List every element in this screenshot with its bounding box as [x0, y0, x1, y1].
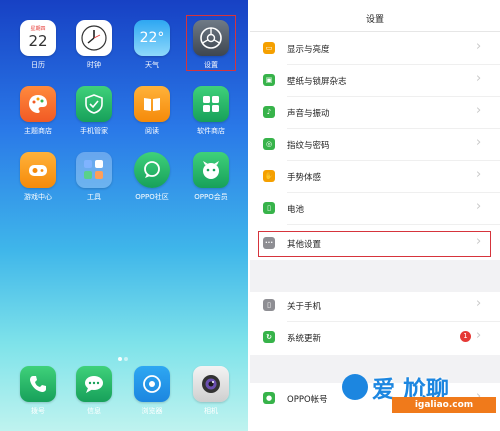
settings-highlight-box: [186, 15, 236, 71]
settings-item-gestures[interactable]: ✋ 手势体感 ›: [250, 161, 500, 193]
calendar-day: 22: [28, 32, 48, 50]
settings-item-about[interactable]: ▯ 关于手机 ›: [250, 290, 500, 322]
chat-bubble-icon: [134, 152, 170, 188]
settings-item-label: 显示与亮度: [287, 45, 330, 55]
app-software-store[interactable]: 软件商店: [185, 86, 237, 136]
display-icon: ▭: [263, 42, 275, 54]
settings-item-battery[interactable]: ▯ 电池 ›: [250, 193, 500, 225]
app-label: 工具: [87, 193, 101, 201]
clock-icon: [76, 20, 112, 56]
hand-icon: ✋: [263, 170, 275, 182]
app-oppo-community[interactable]: OPPO社区: [126, 152, 178, 202]
chevron-right-icon: ›: [476, 199, 482, 214]
phone-info-icon: ▯: [263, 299, 275, 311]
app-label: 软件商店: [197, 127, 225, 135]
chevron-right-icon: ›: [476, 71, 482, 86]
app-label: OPPO社区: [135, 193, 169, 201]
shield-icon: [76, 86, 112, 122]
app-camera[interactable]: 相机: [185, 366, 237, 416]
fingerprint-icon: ◎: [263, 138, 275, 150]
other-settings-highlight-box: [258, 231, 491, 257]
update-badge: 1: [460, 331, 471, 342]
watermark: 爱 尬聊 igaliao.com: [336, 368, 500, 431]
sound-icon: ♪: [263, 106, 275, 118]
app-reading[interactable]: 阅读: [126, 86, 178, 136]
section-gap: [250, 260, 500, 292]
app-clock[interactable]: 时钟: [68, 20, 120, 70]
home-screen: 星期四 22 日历 时钟 22° 天气 设置 主题商店 手机管家 阅读 软件商店…: [0, 0, 248, 431]
chevron-right-icon: ›: [476, 167, 482, 182]
message-icon: [76, 366, 112, 402]
app-label: 游戏中心: [24, 193, 52, 201]
app-label: 阅读: [145, 127, 159, 135]
app-label: 手机管家: [80, 127, 108, 135]
settings-item-label: 壁纸与锁屏杂志: [287, 77, 347, 87]
weather-temp: 22°: [139, 30, 165, 46]
app-weather[interactable]: 22° 天气: [126, 20, 178, 70]
watermark-url: igaliao.com: [392, 397, 496, 413]
settings-item-label: 手势体感: [287, 173, 322, 183]
settings-item-label: 电池: [287, 205, 305, 215]
page-title: 设置: [365, 15, 384, 25]
settings-screen: 设置 ▭ 显示与亮度 › ▣ 壁纸与锁屏杂志 › ♪ 声音与振动 › ◎ 指纹与…: [250, 0, 500, 431]
settings-item-wallpaper[interactable]: ▣ 壁纸与锁屏杂志 ›: [250, 65, 500, 97]
app-game-center[interactable]: 游戏中心: [12, 152, 64, 202]
app-calendar[interactable]: 星期四 22 日历: [12, 20, 64, 70]
app-label: 相机: [204, 407, 218, 415]
app-label: 天气: [145, 61, 159, 69]
page-indicator: [118, 346, 132, 361]
app-messages[interactable]: 信息: [68, 366, 120, 416]
app-label: OPPO会员: [194, 193, 228, 201]
title-divider: [250, 31, 500, 32]
app-browser[interactable]: 浏览器: [126, 366, 178, 416]
gamepad-icon: [20, 152, 56, 188]
app-label: 拨号: [31, 407, 45, 415]
settings-item-display[interactable]: ▭ 显示与亮度 ›: [250, 33, 500, 65]
account-icon: ●: [263, 392, 275, 404]
chevron-right-icon: ›: [476, 103, 482, 118]
app-label: 时钟: [87, 61, 101, 69]
palette-icon: [20, 86, 56, 122]
row-divider: [287, 224, 500, 225]
app-folder-tools[interactable]: 工具: [68, 152, 120, 202]
browser-icon: [134, 366, 170, 402]
app-label: 主题商店: [24, 127, 52, 135]
chevron-right-icon: ›: [476, 328, 482, 343]
app-label: 日历: [31, 61, 45, 69]
app-label: 浏览器: [141, 407, 163, 415]
mascot-icon: [193, 152, 229, 188]
settings-item-sound[interactable]: ♪ 声音与振动 ›: [250, 97, 500, 129]
folder-icon: [76, 152, 112, 188]
settings-item-fingerprint[interactable]: ◎ 指纹与密码 ›: [250, 129, 500, 161]
update-icon: ↻: [263, 331, 275, 343]
book-icon: [134, 86, 170, 122]
settings-item-label: 系统更新: [287, 334, 322, 344]
settings-item-label: 指纹与密码: [287, 141, 330, 151]
wallpaper-icon: ▣: [263, 74, 275, 86]
camera-icon: [193, 366, 229, 402]
settings-item-label: OPPO帐号: [287, 395, 328, 405]
settings-item-label: 关于手机: [287, 302, 322, 312]
phone-icon: [20, 366, 56, 402]
app-oppo-member[interactable]: OPPO会员: [185, 152, 237, 202]
chevron-right-icon: ›: [476, 296, 482, 311]
app-phone-manager[interactable]: 手机管家: [68, 86, 120, 136]
weather-icon: 22°: [134, 20, 170, 56]
watermark-logo-icon: [342, 374, 368, 400]
chevron-right-icon: ›: [476, 39, 482, 54]
battery-icon: ▯: [263, 202, 275, 214]
chevron-right-icon: ›: [476, 135, 482, 150]
app-dialer[interactable]: 拨号: [12, 366, 64, 416]
app-label: 信息: [87, 407, 101, 415]
settings-item-system-update[interactable]: ↻ 系统更新 1 ›: [250, 322, 500, 354]
settings-item-label: 声音与振动: [287, 109, 330, 119]
calendar-icon: 星期四 22: [20, 20, 56, 56]
grid-icon: [193, 86, 229, 122]
app-theme-store[interactable]: 主题商店: [12, 86, 64, 136]
